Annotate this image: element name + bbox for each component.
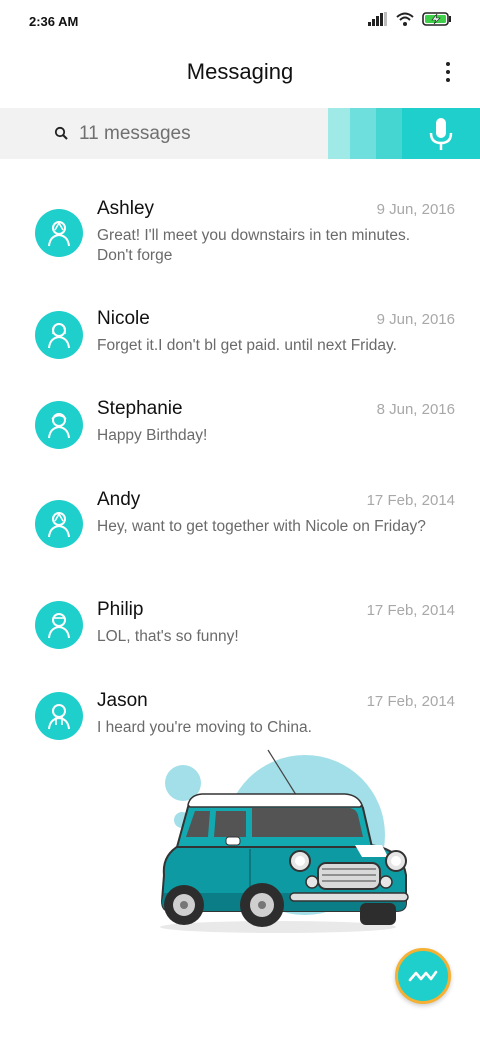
mic-icon (428, 116, 454, 157)
message-date: 8 Jun, 2016 (376, 401, 455, 418)
contact-name: Ashley (97, 198, 155, 219)
wifi-icon (396, 12, 414, 31)
person-avatar-icon (48, 512, 70, 538)
conversation-item[interactable]: Nicole 9 Jun, 2016 Forget it.I don't bl … (0, 308, 480, 398)
more-options-button[interactable] (440, 60, 456, 84)
status-icons (368, 12, 452, 31)
search-icon (54, 126, 68, 145)
person-avatar-icon (48, 221, 70, 247)
conversation-item[interactable]: Ashley 9 Jun, 2016 Great! I'll meet you … (0, 198, 480, 288)
voice-search-button[interactable] (328, 108, 480, 159)
person-avatar-icon (48, 704, 70, 730)
new-message-button[interactable] (395, 948, 451, 1004)
contact-name: Nicole (97, 308, 150, 329)
more-vert-icon (446, 62, 450, 66)
message-date: 17 Feb, 2014 (366, 492, 455, 509)
search-input[interactable]: 11 messages (0, 108, 328, 159)
contact-name: Stephanie (97, 398, 183, 419)
message-date: 17 Feb, 2014 (366, 693, 455, 710)
battery-charging-icon (422, 12, 452, 31)
avatar (35, 401, 83, 449)
contact-name: Andy (97, 489, 141, 510)
contact-name: Philip (97, 599, 144, 620)
car-illustration (150, 745, 420, 940)
avatar (35, 500, 83, 548)
compose-icon (408, 970, 438, 982)
message-preview: LOL, that's so funny! (97, 628, 239, 645)
status-bar: 2:36 AM (0, 0, 480, 44)
search-placeholder: 11 messages (79, 123, 191, 144)
message-preview: Hey, want to get together with Nicole on… (97, 518, 426, 535)
avatar (35, 311, 83, 359)
avatar (35, 209, 83, 257)
conversation-item[interactable]: Stephanie 8 Jun, 2016 Happy Birthday! (0, 398, 480, 488)
message-date: 17 Feb, 2014 (366, 602, 455, 619)
message-preview: I heard you're moving to China. (97, 719, 312, 736)
message-date: 9 Jun, 2016 (376, 311, 455, 328)
app-header: Messaging (0, 44, 480, 108)
message-date: 9 Jun, 2016 (376, 201, 455, 218)
status-time: 2:36 AM (29, 14, 79, 29)
message-preview: Happy Birthday! (97, 427, 208, 444)
message-preview: Great! I'll meet you downstairs in ten m… (97, 227, 411, 264)
avatar (35, 601, 83, 649)
search-bar: 11 messages (0, 108, 480, 159)
page-title: Messaging (186, 59, 294, 84)
person-avatar-icon (48, 323, 70, 349)
conversation-item[interactable]: Andy 17 Feb, 2014 Hey, want to get toget… (0, 489, 480, 579)
person-avatar-icon (48, 413, 70, 439)
signal-icon (368, 12, 388, 31)
person-avatar-icon (48, 613, 70, 639)
contact-name: Jason (97, 690, 148, 711)
message-preview: Forget it.I don't bl get paid. until nex… (97, 337, 397, 354)
conversation-item[interactable]: Philip 17 Feb, 2014 LOL, that's so funny… (0, 599, 480, 689)
avatar (35, 692, 83, 740)
